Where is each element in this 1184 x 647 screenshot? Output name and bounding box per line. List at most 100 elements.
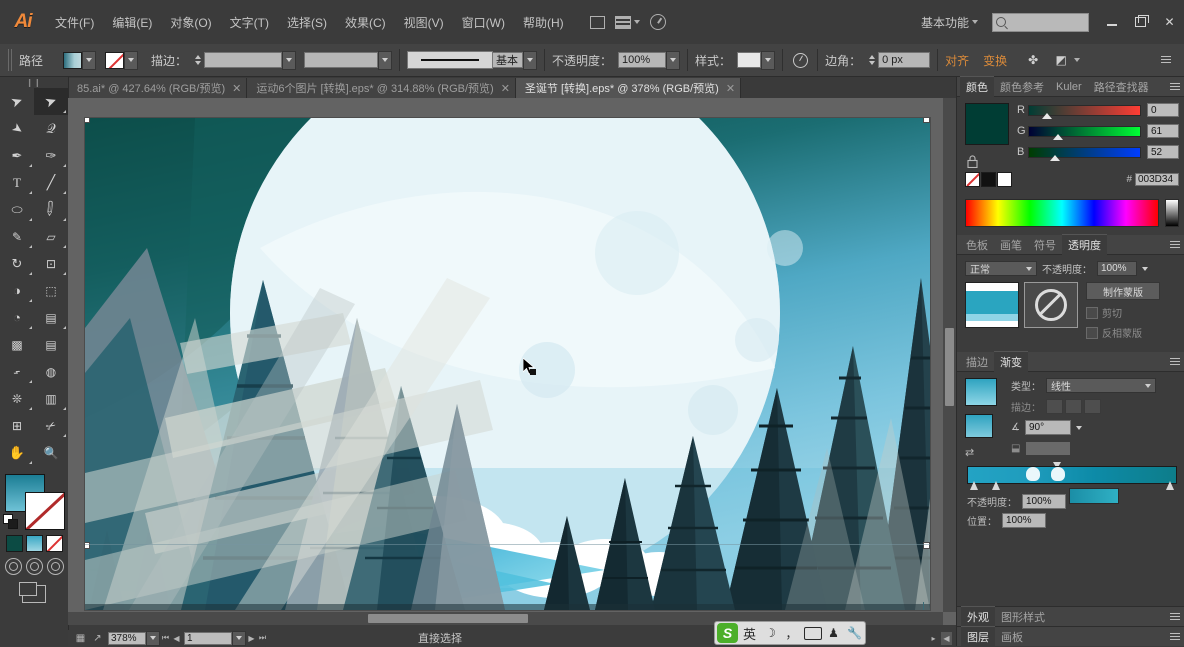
transparency-object-thumbnail[interactable]: [965, 282, 1019, 328]
blend-mode-dropdown[interactable]: 正常: [965, 261, 1037, 276]
active-fill-swatch[interactable]: [965, 103, 1009, 145]
canvas-hscroll-thumb[interactable]: [368, 614, 528, 623]
prev-artboard-icon[interactable]: ◀: [171, 632, 182, 645]
pencil-tool[interactable]: ✎: [0, 223, 34, 250]
moon-icon[interactable]: ☽: [761, 624, 780, 643]
document-info-icon[interactable]: ▦: [72, 632, 89, 645]
gradient-stop-start[interactable]: [970, 481, 978, 490]
gradient-panel-menu-icon[interactable]: [1169, 356, 1181, 368]
artboard-number-dropdown-icon[interactable]: [232, 630, 246, 646]
document-tab-2[interactable]: 运动6个图片 [转换].eps* @ 314.88% (RGB/预览) ✕: [247, 78, 516, 98]
none-swatch-icon[interactable]: [965, 172, 980, 187]
brush-definition[interactable]: 基本: [407, 50, 538, 70]
mesh-tool[interactable]: ▩: [0, 331, 34, 358]
wrench-icon[interactable]: 🔧: [845, 624, 864, 643]
artboard-tool[interactable]: ⊞: [0, 412, 34, 439]
selection-tool[interactable]: ➤: [0, 88, 34, 115]
hex-value[interactable]: 003D34: [1135, 173, 1179, 186]
arrange-documents-icon[interactable]: [615, 11, 641, 33]
opacity-dropdown-icon[interactable]: [666, 50, 681, 70]
gradient-type-dropdown[interactable]: 线性: [1046, 378, 1156, 393]
document-tab-2-close-icon[interactable]: ✕: [501, 82, 510, 95]
spectrum-tint-bar[interactable]: [1165, 199, 1179, 227]
document-tab-3-close-icon[interactable]: ✕: [726, 82, 735, 95]
style-dropdown-icon[interactable]: [761, 50, 776, 70]
color-mode-icon[interactable]: [5, 535, 23, 552]
gradient-swatch-preview[interactable]: [965, 414, 993, 438]
menu-type[interactable]: 文字(T): [221, 9, 278, 36]
clip-checkbox[interactable]: [1086, 306, 1098, 319]
pen-tool[interactable]: ✒: [0, 142, 34, 169]
recolor-artwork-icon[interactable]: [790, 51, 810, 69]
status-bar-menu-icon[interactable]: ▸: [928, 632, 939, 645]
fill-stroke-indicator[interactable]: [3, 472, 65, 530]
channel-slider-r[interactable]: [1028, 104, 1141, 119]
default-fill-stroke-icon[interactable]: [3, 514, 18, 529]
share-on-behance-icon[interactable]: ↗: [89, 632, 106, 645]
canvas-vscroll-thumb[interactable]: [945, 328, 954, 406]
artboard-number-value[interactable]: 1: [184, 631, 232, 645]
canvas-vertical-scrollbar[interactable]: [943, 98, 956, 612]
black-swatch-icon[interactable]: [981, 172, 996, 187]
gradient-location-value[interactable]: 100%: [1002, 513, 1046, 528]
tab-layers[interactable]: 图层: [961, 626, 995, 647]
channel-value-g[interactable]: 61: [1147, 124, 1179, 138]
tab-graphic-styles[interactable]: 图形样式: [995, 607, 1051, 627]
tab-pathfinder[interactable]: 路径查找器: [1088, 77, 1155, 97]
gradient-stop-end[interactable]: [1166, 481, 1174, 490]
tab-color-guide[interactable]: 颜色参考: [994, 77, 1050, 97]
document-canvas[interactable]: [68, 98, 956, 625]
appearance-panel-menu-icon[interactable]: [1169, 611, 1181, 623]
transparency-opacity-value[interactable]: 100%: [1097, 261, 1137, 276]
draw-normal-icon[interactable]: [4, 558, 22, 575]
lock-icon[interactable]: [965, 154, 979, 169]
tab-color[interactable]: 颜色: [960, 76, 994, 97]
draw-behind-icon[interactable]: [25, 558, 43, 575]
last-artboard-icon[interactable]: ⏭: [257, 632, 268, 645]
ime-toolbar[interactable]: S 英 ☽ ， ♟ 🔧: [714, 621, 866, 645]
gradient-stroke-type-buttons[interactable]: [1046, 399, 1101, 414]
color-panel-menu-icon[interactable]: [1169, 81, 1181, 93]
close-button[interactable]: ✕: [1155, 11, 1184, 33]
blend-tool[interactable]: ◍: [34, 358, 68, 385]
selection-anchor-tr[interactable]: [923, 118, 930, 123]
document-tab-1-close-icon[interactable]: ✕: [232, 82, 241, 95]
document-tab-3[interactable]: 圣诞节 [转换].eps* @ 378% (RGB/预览) ✕: [515, 78, 742, 98]
tab-transparency[interactable]: 透明度: [1062, 234, 1107, 255]
rotate-tool[interactable]: ↻: [0, 250, 34, 277]
opacity-stepper-icon[interactable]: [1142, 266, 1148, 271]
menu-edit[interactable]: 编辑(E): [103, 9, 161, 36]
speedometer-icon[interactable]: [645, 11, 671, 33]
eraser-tool[interactable]: ▱: [34, 223, 68, 250]
comma-icon[interactable]: ，: [782, 624, 801, 643]
corner-stepper[interactable]: [867, 52, 876, 69]
fill-dropdown-icon[interactable]: [82, 50, 97, 70]
channel-slider-b[interactable]: [1028, 146, 1141, 161]
reverse-gradient-icon[interactable]: ⇄: [965, 446, 983, 462]
menu-select[interactable]: 选择(S): [278, 9, 336, 36]
line-segment-tool[interactable]: ╱: [34, 169, 68, 196]
align-label[interactable]: 对齐: [945, 52, 969, 69]
tab-gradient[interactable]: 渐变: [994, 351, 1028, 372]
stroke-dropdown-icon[interactable]: [124, 50, 139, 70]
menu-file[interactable]: 文件(F): [46, 9, 103, 36]
scale-tool[interactable]: ⊡: [34, 250, 68, 277]
hand-tool[interactable]: ✋: [0, 439, 34, 466]
menu-effect[interactable]: 效果(C): [336, 9, 395, 36]
first-artboard-icon[interactable]: ⏮: [160, 632, 171, 645]
gradient-angle-dropdown-icon[interactable]: [1075, 425, 1082, 430]
bridge-icon[interactable]: [585, 11, 611, 33]
channel-slider-g[interactable]: [1028, 125, 1141, 140]
restore-button[interactable]: [1126, 11, 1155, 33]
channel-value-r[interactable]: 0: [1147, 103, 1179, 117]
opacity-control[interactable]: 100%: [618, 50, 681, 70]
sogou-logo-icon[interactable]: S: [717, 623, 738, 643]
tab-stroke[interactable]: 描边: [960, 352, 994, 372]
width-tool[interactable]: ◑: [0, 277, 34, 304]
gradient-fill-preview[interactable]: [965, 378, 997, 406]
none-mode-icon[interactable]: [45, 535, 63, 552]
zoom-tool[interactable]: 🔍: [34, 439, 68, 466]
channel-value-b[interactable]: 52: [1147, 145, 1179, 159]
artboard[interactable]: [85, 118, 930, 610]
shape-builder-tool[interactable]: ◔: [0, 304, 34, 331]
